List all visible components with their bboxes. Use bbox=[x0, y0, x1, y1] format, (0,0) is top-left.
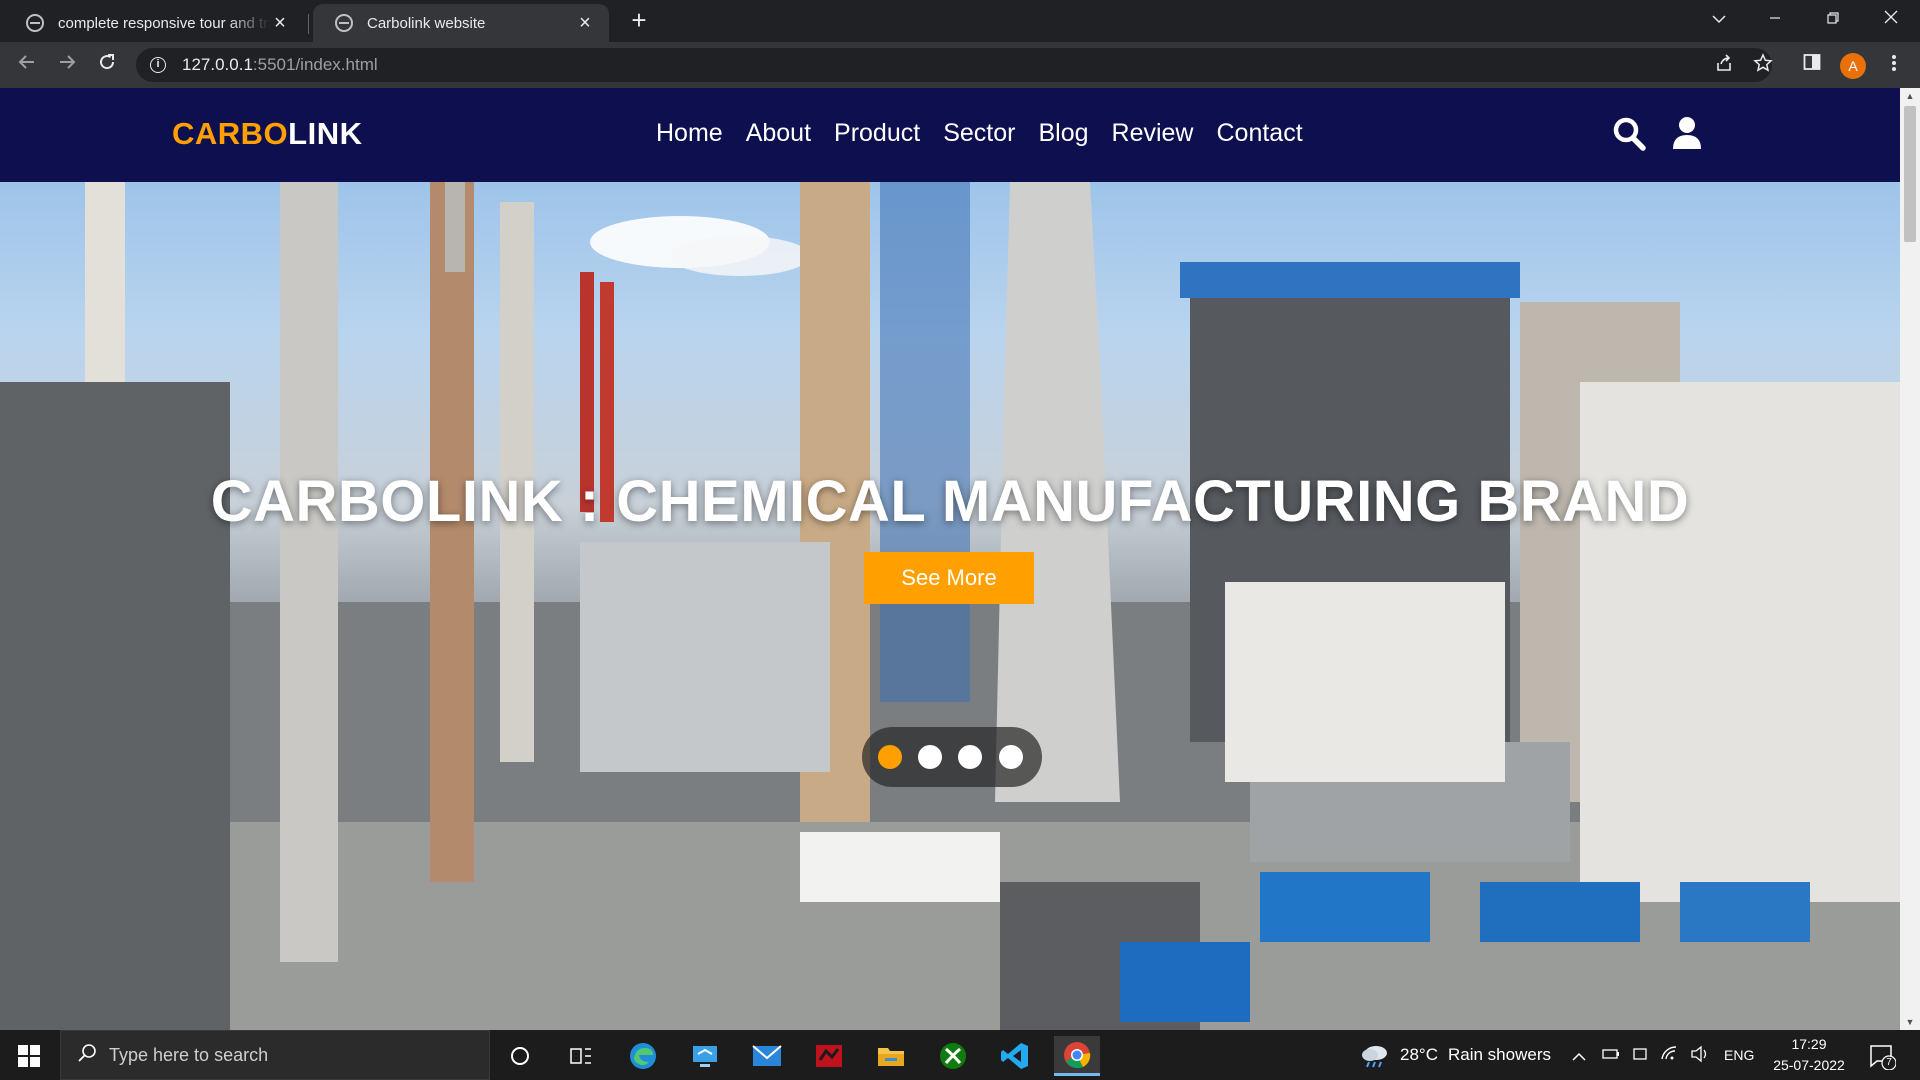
nav-link-blog[interactable]: Blog bbox=[1038, 119, 1088, 148]
globe-icon bbox=[26, 14, 44, 32]
side-panel-icon[interactable] bbox=[1800, 53, 1824, 77]
hero-title: CARBOLINK : CHEMICAL MANUFACTURING BRAND bbox=[210, 469, 1690, 534]
weather-temp[interactable]: 28°C bbox=[1400, 1045, 1438, 1065]
task-view-icon[interactable] bbox=[558, 1036, 604, 1076]
xbox-icon[interactable] bbox=[930, 1036, 976, 1076]
logo-part-2: LINK bbox=[288, 116, 363, 151]
factory-image bbox=[0, 182, 1900, 1030]
bookmark-star-icon[interactable] bbox=[1751, 53, 1775, 77]
address-bar[interactable]: i 127.0.0.1:5501/index.html bbox=[136, 48, 1772, 82]
url-path: :5501/index.html bbox=[252, 55, 378, 74]
page-scrollbar[interactable]: ▲ ▼ bbox=[1900, 88, 1920, 1030]
chrome-icon[interactable] bbox=[1054, 1036, 1100, 1076]
nav-link-product[interactable]: Product bbox=[834, 119, 920, 148]
slider-pagination bbox=[862, 727, 1042, 787]
search-placeholder: Type here to search bbox=[109, 1044, 269, 1065]
slider-dot-4[interactable] bbox=[999, 745, 1023, 769]
minimize-button[interactable] bbox=[1752, 2, 1798, 38]
close-tab-icon[interactable]: × bbox=[575, 12, 595, 35]
clock[interactable]: 17:29 25-07-2022 bbox=[1764, 1034, 1854, 1076]
close-window-button[interactable] bbox=[1868, 2, 1914, 38]
browser-tab[interactable]: complete responsive tour and tra × bbox=[4, 4, 304, 42]
user-icon[interactable] bbox=[1672, 116, 1706, 152]
file-explorer-icon[interactable] bbox=[868, 1036, 914, 1076]
volume-icon[interactable] bbox=[1690, 1045, 1710, 1068]
site-logo[interactable]: CARBOLINK bbox=[172, 116, 363, 152]
back-button[interactable] bbox=[11, 49, 43, 81]
search-icon[interactable] bbox=[1612, 116, 1646, 152]
scroll-up-arrow[interactable]: ▲ bbox=[1900, 88, 1920, 104]
forward-button[interactable] bbox=[51, 49, 83, 81]
clock-time: 17:29 bbox=[1791, 1036, 1827, 1052]
slider-dot-2[interactable] bbox=[918, 745, 942, 769]
battery-icon[interactable] bbox=[1602, 1047, 1620, 1066]
site-info-icon[interactable]: i bbox=[150, 57, 166, 73]
tab-title: complete responsive tour and tra bbox=[58, 14, 270, 32]
notification-center-icon[interactable]: 7 bbox=[1868, 1042, 1897, 1071]
clock-date: 25-07-2022 bbox=[1773, 1057, 1845, 1073]
search-icon bbox=[77, 1043, 97, 1068]
tab-search-icon[interactable] bbox=[1696, 2, 1742, 38]
mail-icon[interactable] bbox=[744, 1036, 790, 1076]
media-app-icon[interactable] bbox=[806, 1036, 852, 1076]
weather-icon[interactable] bbox=[1360, 1042, 1390, 1073]
reload-button[interactable] bbox=[91, 49, 123, 81]
meet-now-icon[interactable] bbox=[1632, 1046, 1648, 1067]
tab-title: Carbolink website bbox=[367, 14, 486, 32]
edge-icon[interactable] bbox=[620, 1036, 666, 1076]
see-more-button[interactable]: See More bbox=[864, 552, 1034, 604]
weather-condition[interactable]: Rain showers bbox=[1448, 1045, 1551, 1065]
site-header: CARBOLINK Home About Product Sector Blog… bbox=[0, 88, 1900, 182]
nav-link-review[interactable]: Review bbox=[1112, 119, 1194, 148]
url-host: 127.0.0.1 bbox=[182, 55, 253, 74]
show-hidden-icons-icon[interactable] bbox=[1572, 1049, 1586, 1067]
wifi-icon[interactable] bbox=[1660, 1045, 1678, 1066]
close-tab-icon[interactable]: × bbox=[270, 12, 290, 35]
windows-taskbar: Type here to search 28°C Rain showers EN… bbox=[0, 1030, 1920, 1080]
tab-divider bbox=[308, 14, 309, 34]
scroll-down-arrow[interactable]: ▼ bbox=[1900, 1014, 1920, 1030]
cortana-icon[interactable] bbox=[497, 1036, 543, 1076]
language-indicator[interactable]: ENG bbox=[1724, 1047, 1754, 1063]
slider-dot-3[interactable] bbox=[958, 745, 982, 769]
nav-link-about[interactable]: About bbox=[746, 119, 811, 148]
logo-part-1: CARBO bbox=[172, 116, 289, 151]
browser-tab-active[interactable]: Carbolink website × bbox=[313, 4, 609, 42]
main-nav: Home About Product Sector Blog Review Co… bbox=[656, 119, 1303, 148]
slider-dot-1[interactable] bbox=[878, 745, 902, 769]
nav-link-sector[interactable]: Sector bbox=[943, 119, 1015, 148]
remote-desktop-icon[interactable] bbox=[682, 1036, 728, 1076]
notification-count: 7 bbox=[1886, 1057, 1892, 1068]
browser-tab-strip: complete responsive tour and tra × Carbo… bbox=[0, 0, 1920, 42]
taskbar-search[interactable]: Type here to search bbox=[60, 1030, 490, 1080]
vscode-icon[interactable] bbox=[992, 1036, 1038, 1076]
browser-menu-icon[interactable] bbox=[1882, 53, 1906, 77]
browser-toolbar: i 127.0.0.1:5501/index.html A bbox=[0, 42, 1920, 88]
website-viewport: CARBOLINK Home About Product Sector Blog… bbox=[0, 88, 1900, 1030]
profile-avatar[interactable]: A bbox=[1840, 53, 1866, 79]
scrollbar-thumb[interactable] bbox=[1904, 106, 1916, 242]
new-tab-button[interactable]: + bbox=[624, 6, 654, 36]
hero-slider: CARBOLINK : CHEMICAL MANUFACTURING BRAND… bbox=[0, 182, 1900, 1030]
nav-link-contact[interactable]: Contact bbox=[1217, 119, 1303, 148]
windows-start-icon[interactable] bbox=[18, 1045, 40, 1067]
restore-button[interactable] bbox=[1810, 2, 1856, 38]
nav-link-home[interactable]: Home bbox=[656, 119, 723, 148]
globe-icon bbox=[335, 14, 353, 32]
share-icon[interactable] bbox=[1712, 53, 1736, 77]
